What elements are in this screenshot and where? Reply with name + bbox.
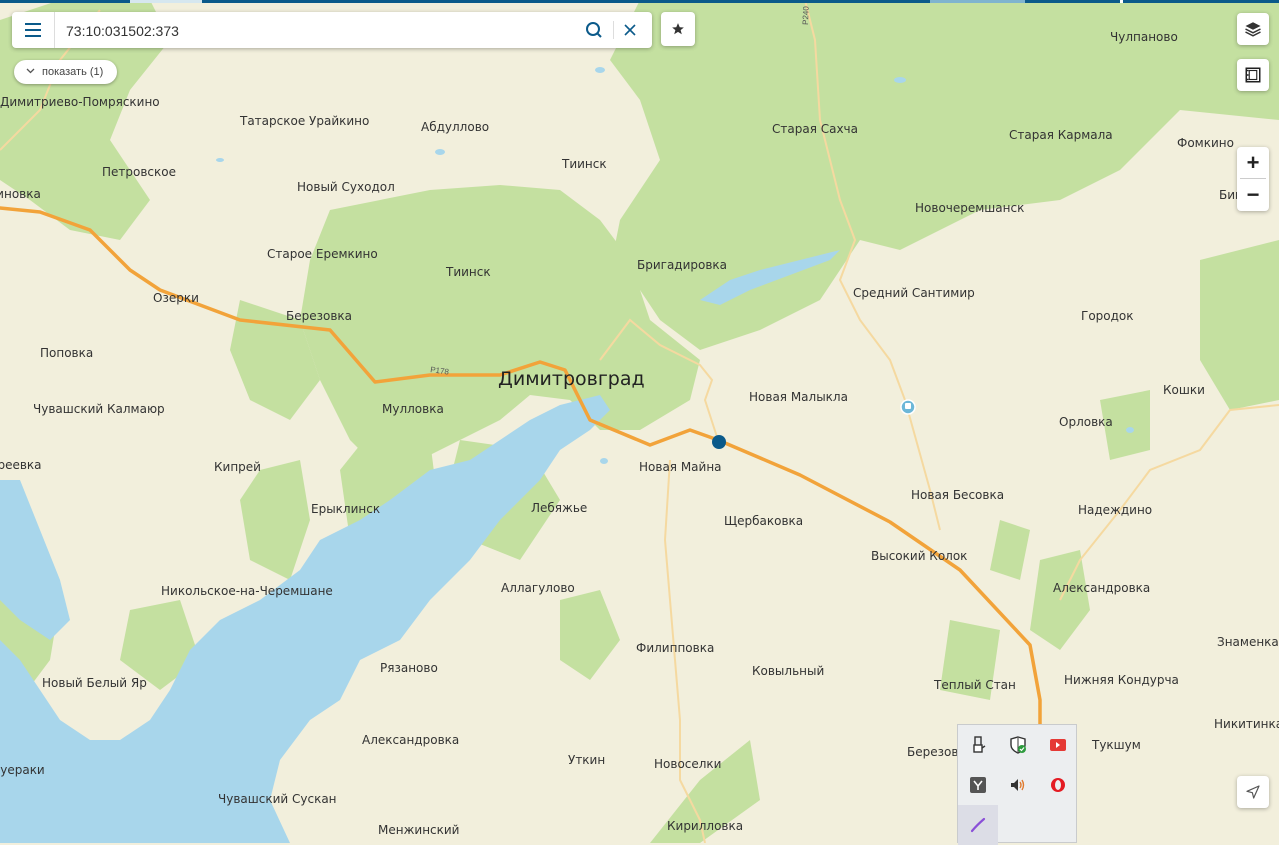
- navigation-arrow-icon: [1246, 785, 1260, 799]
- zoom-in-button[interactable]: +: [1237, 147, 1269, 178]
- place-label: Новоселки: [654, 757, 721, 771]
- close-icon[interactable]: [620, 20, 640, 40]
- place-label: Старая Сахча: [772, 122, 858, 136]
- opera-icon[interactable]: [1038, 765, 1078, 805]
- place-label: Екатериновка: [0, 187, 41, 201]
- usb-device-icon[interactable]: [958, 725, 998, 765]
- place-label: Орловка: [1059, 415, 1113, 429]
- place-label: Новочеремшанск: [915, 201, 1024, 215]
- star-icon: [672, 23, 684, 35]
- search-bar: [12, 12, 652, 48]
- place-label: Новый Суходол: [297, 180, 395, 194]
- place-label: Кошки: [1163, 383, 1205, 397]
- place-label: Петровское: [102, 165, 176, 179]
- place-label: Поповка: [40, 346, 93, 360]
- place-label: Старое Еремкино: [267, 247, 378, 261]
- location-marker[interactable]: [712, 435, 726, 449]
- city-label: Димитровград: [498, 368, 645, 390]
- volume-icon[interactable]: [998, 765, 1038, 805]
- my-location-button[interactable]: [1237, 776, 1269, 808]
- place-label: Абдуллово: [421, 120, 489, 134]
- place-label: Озерки: [153, 291, 199, 305]
- road-label-r240: Р240: [801, 6, 811, 26]
- zoom-control: + −: [1237, 147, 1269, 211]
- pen-icon[interactable]: [958, 805, 998, 845]
- favorites-button[interactable]: [661, 12, 695, 46]
- place-label: Тиинск: [561, 157, 607, 171]
- search-icon[interactable]: [584, 20, 604, 40]
- place-label: Александровка: [362, 733, 459, 747]
- place-label: Ерыклинск: [311, 502, 380, 516]
- chevron-down-icon: [26, 68, 35, 74]
- hamburger-icon: [25, 23, 41, 37]
- place-label: Ковыльный: [752, 664, 824, 678]
- place-label: Чувашский Калмаюр: [33, 402, 165, 416]
- place-label: Надеждино: [1078, 503, 1152, 517]
- place-label: Новая Малыкла: [749, 390, 848, 404]
- film-frame-icon: [1245, 67, 1261, 83]
- screen-record-icon[interactable]: [1038, 725, 1078, 765]
- place-label: Высокий Колок: [871, 549, 967, 563]
- place-label: Филипповка: [636, 641, 714, 655]
- layers-icon: [1245, 22, 1261, 37]
- place-label: Старая Кармала: [1009, 128, 1113, 142]
- header-bar: [0, 0, 1279, 3]
- search-input[interactable]: [64, 20, 578, 42]
- place-label: Новая Бесовка: [911, 488, 1004, 502]
- place-label: Тукшум: [1091, 738, 1141, 752]
- place-label: Татарское Урайкино: [239, 114, 369, 128]
- show-results-toggle[interactable]: показать (1): [14, 60, 118, 84]
- layers-button[interactable]: [1237, 13, 1269, 45]
- place-label: Александровка: [1053, 581, 1150, 595]
- place-label: Буераки: [0, 763, 45, 777]
- place-label: Уткин: [568, 753, 605, 767]
- place-label: Чувашский Сускан: [218, 792, 337, 806]
- place-label: Лебяжье: [531, 501, 587, 515]
- place-label: Средний Сантимир: [853, 286, 975, 300]
- place-label: Никитинка: [1214, 717, 1279, 731]
- place-label: Теплый Стан: [933, 678, 1016, 692]
- show-results-label: показать (1): [42, 66, 104, 78]
- place-label: Тиинск: [445, 265, 491, 279]
- place-label: Березовка: [286, 309, 352, 323]
- bus-stop-icon[interactable]: [900, 399, 916, 415]
- yandex-icon[interactable]: [958, 765, 998, 805]
- place-label: Димитриево-Помряскино: [0, 95, 160, 109]
- place-label: Знаменка: [1217, 635, 1279, 649]
- place-label: Кирилловка: [667, 819, 743, 833]
- place-label: Бригадировка: [637, 258, 727, 272]
- place-label: Чулпаново: [1110, 30, 1178, 44]
- place-label: Ореевка: [0, 458, 42, 472]
- place-label: Городок: [1081, 309, 1134, 323]
- place-label: Щербаковка: [724, 514, 803, 528]
- system-tray-popup: [957, 724, 1078, 845]
- place-label: Мулловка: [382, 402, 444, 416]
- map-canvas[interactable]: Р178 Р240 Димитровград Чулпаново Димитри…: [0, 0, 1279, 843]
- place-label: Никольское-на-Черемшане: [161, 584, 333, 598]
- place-label: Нижняя Кондурча: [1064, 673, 1179, 687]
- place-label: Новая Майна: [639, 460, 722, 474]
- menu-button[interactable]: [12, 12, 55, 48]
- place-label: Рязаново: [380, 661, 438, 675]
- place-label: Новый Белый Яр: [42, 676, 147, 690]
- place-label: Аллагулово: [501, 581, 575, 595]
- place-label: Кипрей: [214, 460, 261, 474]
- place-label: Фомкино: [1177, 136, 1234, 150]
- map-legend-button[interactable]: [1237, 59, 1269, 91]
- defender-shield-icon[interactable]: [998, 725, 1038, 765]
- zoom-out-button[interactable]: −: [1237, 179, 1269, 210]
- place-label: Менжинский: [378, 823, 459, 837]
